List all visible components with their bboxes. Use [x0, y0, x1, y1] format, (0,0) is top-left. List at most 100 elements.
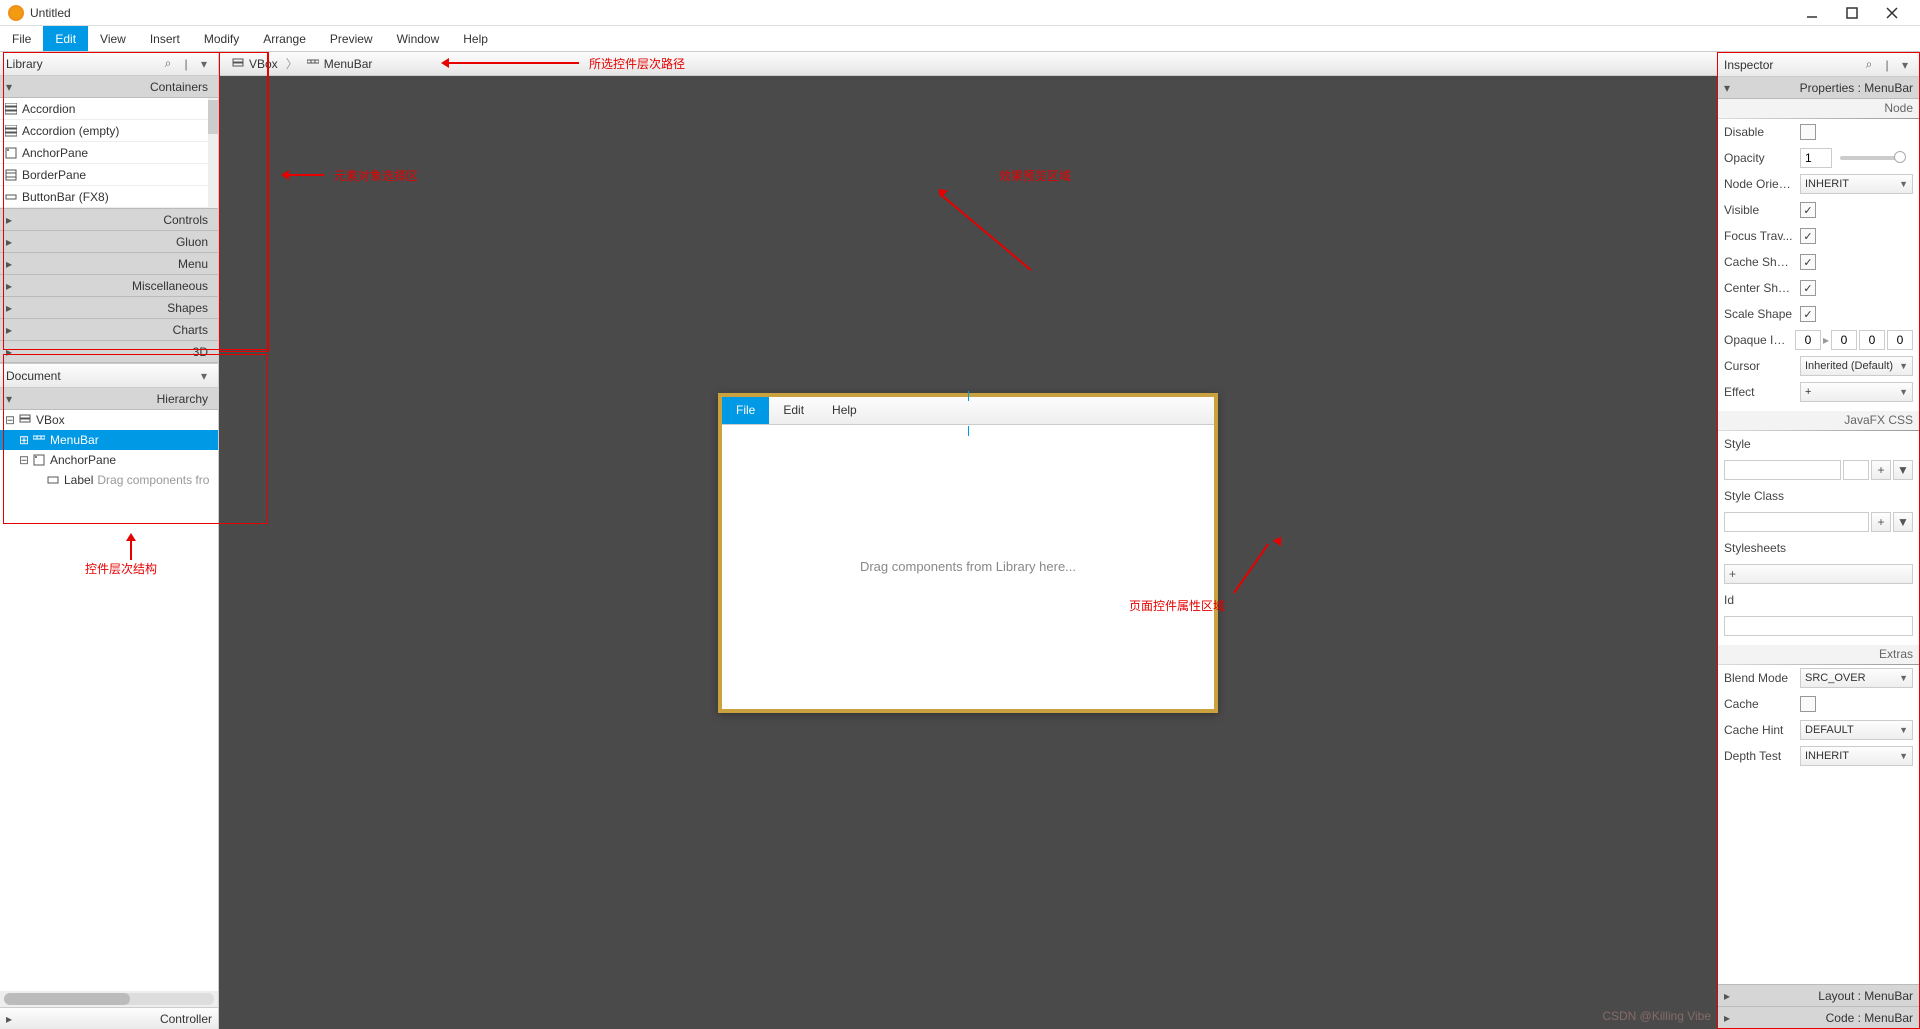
prop-cache-shape: Cache Shape — [1718, 249, 1919, 275]
tree-row-anchorpane[interactable]: ⊟ AnchorPane — [0, 450, 218, 470]
tree-row-label[interactable]: Label Drag components fro — [0, 470, 218, 490]
lib-item-anchorpane[interactable]: AnchorPane — [0, 142, 218, 164]
node-orien-combo[interactable]: INHERIT▼ — [1800, 174, 1913, 194]
oi0[interactable] — [1795, 330, 1821, 350]
lib-item-buttonbar[interactable]: ButtonBar (FX8) — [0, 186, 218, 208]
close-button[interactable] — [1872, 2, 1912, 24]
code-section[interactable]: ▸Code : MenuBar — [1718, 1006, 1919, 1028]
section-controls[interactable]: ▸Controls — [0, 209, 218, 231]
menu-file[interactable]: File — [0, 26, 43, 51]
prop-effect: Effect+▼ — [1718, 379, 1919, 405]
properties-section[interactable]: ▾Properties : MenuBar — [1718, 77, 1919, 99]
style-dropdown[interactable]: ▼ — [1893, 460, 1913, 480]
breadcrumb-vbox[interactable]: VBox — [225, 57, 284, 71]
menu-edit[interactable]: Edit — [43, 26, 88, 51]
section-gluon[interactable]: ▸Gluon — [0, 231, 218, 253]
style-input[interactable] — [1724, 460, 1841, 480]
divider-icon: | — [1879, 57, 1895, 73]
stylesheets-add[interactable]: + — [1724, 564, 1913, 584]
breadcrumb-separator: 〉 — [284, 55, 300, 72]
menu-preview[interactable]: Preview — [318, 26, 385, 51]
preview-menu-file[interactable]: File — [722, 397, 769, 424]
section-3d[interactable]: ▸3D — [0, 341, 218, 363]
style-input2[interactable] — [1843, 460, 1869, 480]
cache-checkbox[interactable] — [1800, 696, 1816, 712]
opacity-slider[interactable] — [1840, 156, 1900, 160]
tree-row-vbox[interactable]: ⊟ VBox — [0, 410, 218, 430]
document-menu-icon[interactable]: ▾ — [196, 368, 212, 384]
expand-icon[interactable]: ⊟ — [4, 413, 16, 427]
prop-opaque-insets: Opaque Ins... ▸ — [1718, 327, 1919, 353]
cacheshape-checkbox[interactable] — [1800, 254, 1816, 270]
library-scrollbar[interactable] — [208, 98, 218, 208]
tree-row-menubar[interactable]: ⊞ MenuBar — [0, 430, 218, 450]
prop-stylesheets: + — [1718, 561, 1919, 587]
menu-help[interactable]: Help — [451, 26, 500, 51]
menu-modify[interactable]: Modify — [192, 26, 251, 51]
menubar: File Edit View Insert Modify Arrange Pre… — [0, 26, 1920, 52]
divider-icon: | — [178, 56, 194, 72]
controller-header[interactable]: ▸Controller — [0, 1007, 218, 1029]
hierarchy-header[interactable]: ▾Hierarchy — [0, 388, 218, 410]
library-menu-icon[interactable]: ▾ — [196, 56, 212, 72]
add-button[interactable]: + — [1871, 512, 1891, 532]
minimize-button[interactable] — [1792, 2, 1832, 24]
menu-insert[interactable]: Insert — [138, 26, 192, 51]
opacity-input[interactable] — [1800, 148, 1832, 168]
section-miscellaneous[interactable]: ▸Miscellaneous — [0, 275, 218, 297]
blendmode-combo[interactable]: SRC_OVER▼ — [1800, 668, 1913, 688]
section-menu[interactable]: ▸Menu — [0, 253, 218, 275]
disable-checkbox[interactable] — [1800, 124, 1816, 140]
collapse-icon: ▾ — [6, 80, 16, 94]
expand-icon[interactable]: ⊟ — [18, 453, 30, 467]
effect-combo[interactable]: +▼ — [1800, 382, 1913, 402]
scaleshape-checkbox[interactable] — [1800, 306, 1816, 322]
maximize-button[interactable] — [1832, 2, 1872, 24]
prop-scale-shape: Scale Shape — [1718, 301, 1919, 327]
search-icon[interactable]: ⌕ — [1861, 57, 1877, 73]
search-icon[interactable]: ⌕ — [160, 56, 176, 72]
prop-cursor: CursorInherited (Default)▼ — [1718, 353, 1919, 379]
prop-id — [1718, 613, 1919, 639]
doc-hscroll[interactable] — [0, 991, 218, 1007]
lib-item-accordion[interactable]: Accordion — [0, 98, 218, 120]
prop-depthtest: Depth TestINHERIT▼ — [1718, 743, 1919, 769]
breadcrumb-menubar[interactable]: MenuBar — [300, 57, 379, 71]
visible-checkbox[interactable] — [1800, 202, 1816, 218]
layout-section[interactable]: ▸Layout : MenuBar — [1718, 984, 1919, 1006]
menu-arrange[interactable]: Arrange — [251, 26, 318, 51]
add-button[interactable]: + — [1871, 460, 1891, 480]
styleclass-dropdown[interactable]: ▼ — [1893, 512, 1913, 532]
section-shapes[interactable]: ▸Shapes — [0, 297, 218, 319]
preview-menu-edit[interactable]: Edit — [769, 397, 818, 424]
lib-item-accordion-empty[interactable]: Accordion (empty) — [0, 120, 218, 142]
preview-frame[interactable]: File Edit Help Drag components from Libr… — [718, 393, 1218, 713]
preview-menubar[interactable]: File Edit Help — [722, 397, 1214, 425]
styleclass-input[interactable] — [1724, 512, 1869, 532]
cursor-combo[interactable]: Inherited (Default)▼ — [1800, 356, 1913, 376]
centershape-checkbox[interactable] — [1800, 280, 1816, 296]
focus-checkbox[interactable] — [1800, 228, 1816, 244]
window-title: Untitled — [30, 6, 1792, 20]
section-containers[interactable]: ▾ Containers — [0, 76, 218, 98]
menu-window[interactable]: Window — [385, 26, 452, 51]
preview-menu-help[interactable]: Help — [818, 397, 871, 424]
prop-style: +▼ — [1718, 457, 1919, 483]
prop-opacity: Opacity — [1718, 145, 1919, 171]
library-title: Library — [6, 57, 158, 71]
inspector-menu-icon[interactable]: ▾ — [1897, 57, 1913, 73]
id-input[interactable] — [1724, 616, 1913, 636]
canvas-area[interactable]: File Edit Help Drag components from Libr… — [219, 76, 1717, 1029]
oi3[interactable] — [1887, 330, 1913, 350]
oi1[interactable] — [1831, 330, 1857, 350]
prop-cachehint: Cache HintDEFAULT▼ — [1718, 717, 1919, 743]
depthtest-combo[interactable]: INHERIT▼ — [1800, 746, 1913, 766]
section-charts[interactable]: ▸Charts — [0, 319, 218, 341]
cachehint-combo[interactable]: DEFAULT▼ — [1800, 720, 1913, 740]
app-icon — [8, 5, 24, 21]
oi2[interactable] — [1859, 330, 1885, 350]
lib-item-borderpane[interactable]: BorderPane — [0, 164, 218, 186]
inspector-header: Inspector ⌕ | ▾ — [1718, 53, 1919, 77]
menu-view[interactable]: View — [88, 26, 138, 51]
expand-icon[interactable]: ⊞ — [18, 433, 30, 447]
